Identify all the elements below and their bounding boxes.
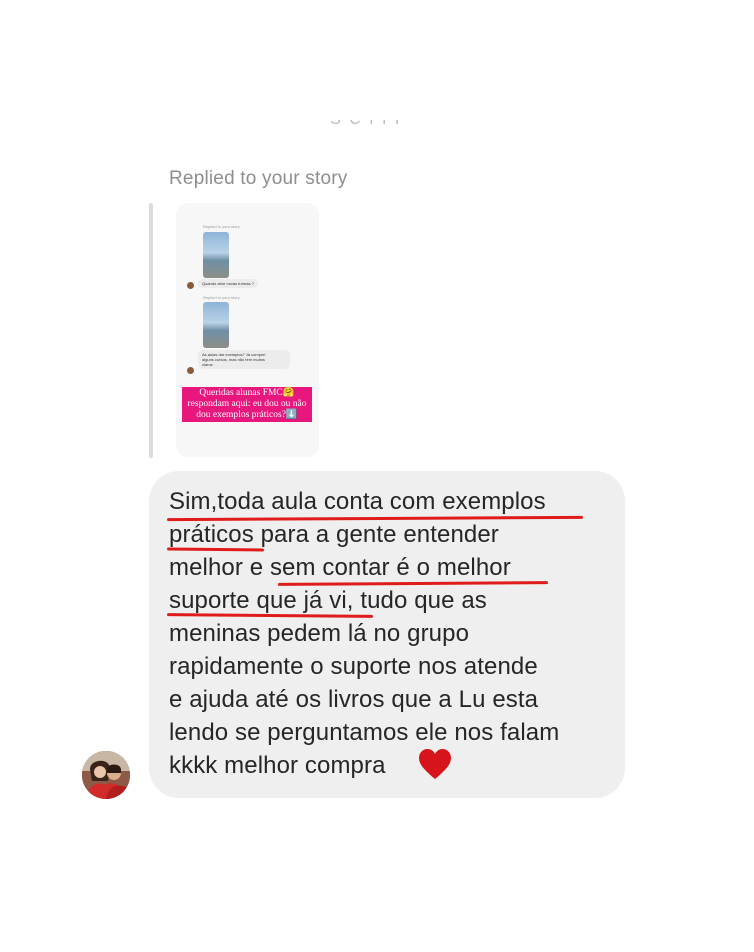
cut-off-text: S C I I I <box>330 120 430 136</box>
story-overlay-line-2: respondam aqui: eu dou ou não <box>187 399 307 409</box>
message-line-2: práticos para a gente entender <box>169 521 499 548</box>
story-mini-replied-label-2: Replied to your story <box>203 295 240 300</box>
avatar[interactable] <box>82 751 130 799</box>
story-mini-question-2-line-3: claros <box>202 362 213 367</box>
message-line-8: lendo se perguntamos ele nos falam <box>169 719 560 746</box>
replied-to-story-label: Replied to your story <box>169 168 348 189</box>
message-line-3: melhor e sem contar é o melhor <box>169 554 511 581</box>
story-mini-replied-label-1: Replied to your story <box>203 224 240 229</box>
cut-off-text-glyphs: S C I I I <box>330 120 401 129</box>
message-line-1: Sim,toda aula conta com exemplos <box>169 488 546 515</box>
story-preview-card[interactable]: Replied to your story Quando abre novas … <box>176 203 319 457</box>
story-mini-photo-1 <box>203 232 229 278</box>
message-line-5: meninas pedem lá no grupo <box>169 620 470 647</box>
story-mini-avatar-1 <box>187 282 194 289</box>
message-line-9: kkkk melhor compra <box>169 752 386 779</box>
story-mini-question-2: As aulas dar exemplos? Já comprei alguns… <box>198 350 290 369</box>
heart-icon <box>419 749 451 779</box>
avatar-image <box>82 751 130 799</box>
story-overlay-line-1: Queridas alunas FMC🤗 <box>199 388 295 398</box>
story-mini-question-1: Quando abre novas turmas ? <box>198 279 258 288</box>
message-line-4: suporte que já vi, tudo que as <box>169 587 487 614</box>
story-mini-avatar-2 <box>187 367 194 374</box>
story-overlay-line-3: dou exemplos práticos?⬇️ <box>196 410 298 420</box>
message-line-7: e ajuda até os livros que a Lu esta <box>169 686 539 713</box>
reply-indicator-bar <box>149 203 153 458</box>
story-mini-photo-2 <box>203 302 229 348</box>
story-overlay-text-box: Queridas alunas FMC🤗 respondam aqui: eu … <box>182 387 312 422</box>
message-line-6: rapidamente o suporte nos atende <box>169 653 538 680</box>
